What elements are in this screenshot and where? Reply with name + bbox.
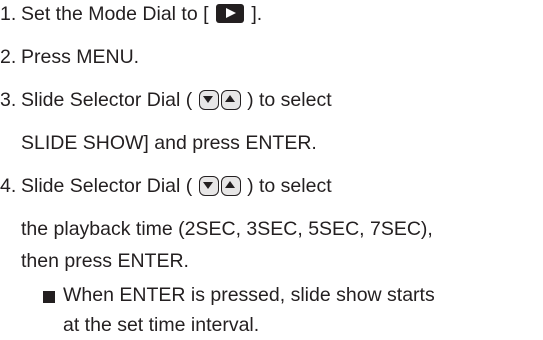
step-2-text: Press MENU. (21, 46, 140, 68)
note-text-1: When ENTER is pressed, slide show starts (63, 284, 435, 306)
up-arrow-icon (220, 176, 241, 196)
note-line-2: at the set time interval. (0, 312, 543, 338)
step-4-suffix: ) to select (247, 175, 332, 197)
step-4-continuation-1: the playback time (2SEC, 3SEC, 5SEC, 7SE… (0, 216, 543, 242)
step-1-prefix: Set the Mode Dial to [ (21, 3, 209, 25)
step-3-continuation-text: SLIDE SHOW] and press ENTER. (21, 132, 317, 154)
note-text-2: at the set time interval. (63, 314, 260, 336)
step-4-continuation-1-text: the playback time (2SEC, 3SEC, 5SEC, 7SE… (21, 218, 433, 240)
step-4-text: Slide Selector Dial ( ) to select (21, 173, 332, 199)
playback-icon (215, 4, 244, 23)
step-3: 3. Slide Selector Dial ( ) to select (0, 87, 543, 113)
step-1-suffix: ]. (251, 3, 263, 25)
square-bullet-icon (43, 291, 55, 303)
up-arrow-icon (220, 90, 241, 110)
step-1-text: Set the Mode Dial to [ ]. (21, 1, 262, 27)
down-arrow-icon (198, 90, 219, 110)
step-4-prefix: Slide Selector Dial ( (21, 175, 193, 197)
step-2: 2. Press MENU. (0, 44, 543, 70)
step-3-prefix: Slide Selector Dial ( (21, 89, 193, 111)
step-3-suffix: ) to select (247, 89, 332, 111)
note-line-1: When ENTER is pressed, slide show starts (0, 282, 543, 308)
step-4-continuation-2: then press ENTER. (0, 248, 543, 274)
instruction-document: 1. Set the Mode Dial to [ ]. 2. Press ME… (0, 0, 543, 340)
step-4: 4. Slide Selector Dial ( ) to select (0, 173, 543, 199)
step-1: 1. Set the Mode Dial to [ ]. (0, 1, 543, 27)
step-3-continuation: SLIDE SHOW] and press ENTER. (0, 130, 543, 156)
step-3-text: Slide Selector Dial ( ) to select (21, 87, 332, 113)
down-arrow-icon (198, 176, 219, 196)
step-4-continuation-2-text: then press ENTER. (21, 250, 189, 272)
